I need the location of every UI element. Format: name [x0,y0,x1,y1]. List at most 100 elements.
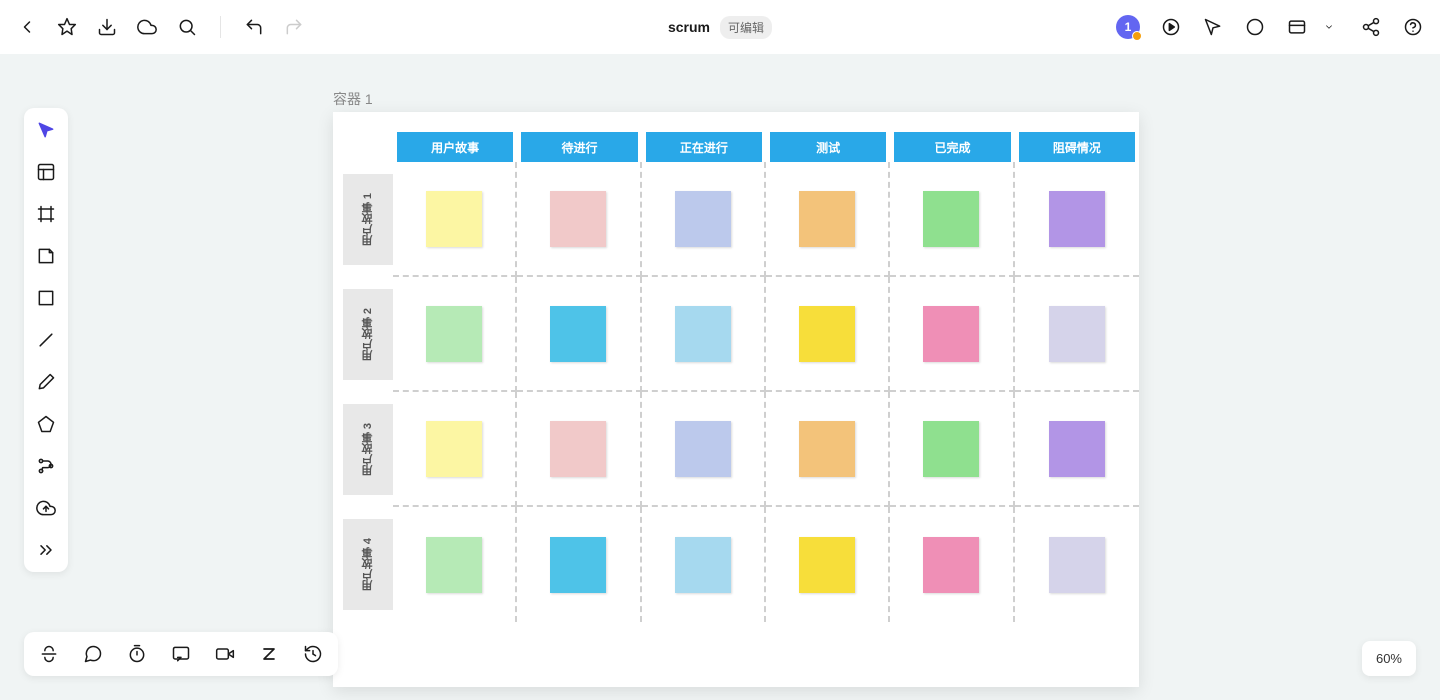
sticky-note[interactable] [799,191,855,247]
canvas-area[interactable]: 容器 1 用户故事待进行正在进行测试已完成阻碍情况用户故事 1用户故事 2用户故… [0,54,1440,700]
sticky-note[interactable] [923,421,979,477]
star-icon[interactable] [56,16,78,38]
sticky-tool[interactable] [34,244,58,268]
play-icon[interactable] [1160,16,1182,38]
board-cell[interactable] [890,507,1014,622]
sticky-note[interactable] [550,191,606,247]
back-icon[interactable] [16,16,38,38]
template-tool[interactable] [34,160,58,184]
column-header[interactable]: 阻碍情况 [1019,132,1135,162]
sticky-note[interactable] [550,306,606,362]
board-cell[interactable] [517,392,641,507]
sticky-note[interactable] [799,537,855,593]
board-cell[interactable] [642,507,766,622]
help-icon[interactable] [1402,16,1424,38]
sticky-note[interactable] [1049,537,1105,593]
board-cell[interactable] [393,392,517,507]
row-header[interactable]: 用户故事 4 [343,519,393,610]
column-header[interactable]: 待进行 [521,132,637,162]
board-cell[interactable] [393,507,517,622]
column-header[interactable]: 测试 [770,132,886,162]
board-cell[interactable] [1015,392,1139,507]
board-cell[interactable] [766,277,890,392]
scrum-board-container[interactable]: 用户故事待进行正在进行测试已完成阻碍情况用户故事 1 用户故事 2 用户故事 3 用户… [333,112,1139,687]
undo-icon[interactable] [243,16,265,38]
user-count-badge[interactable]: 1 [1116,15,1140,39]
board-cell[interactable] [642,277,766,392]
comment-icon[interactable] [1244,16,1266,38]
board-cell[interactable] [1015,507,1139,622]
pen-tool[interactable] [34,370,58,394]
share-icon[interactable] [1360,16,1382,38]
download-icon[interactable] [96,16,118,38]
sticky-note[interactable] [799,421,855,477]
upload-tool[interactable] [34,496,58,520]
sticky-note[interactable] [550,421,606,477]
board-cell[interactable] [1015,162,1139,277]
frame-tool[interactable] [34,202,58,226]
cloud-icon[interactable] [136,16,158,38]
board-cell[interactable] [766,507,890,622]
cursor-share-icon[interactable] [1202,16,1224,38]
sticky-note[interactable] [1049,421,1105,477]
line-tool[interactable] [34,328,58,352]
polygon-tool[interactable] [34,412,58,436]
sticky-note[interactable] [426,421,482,477]
board-cell[interactable] [766,162,890,277]
board-cell[interactable] [890,162,1014,277]
strikethrough-tool[interactable] [38,643,60,665]
board-cell[interactable] [517,162,641,277]
column-header[interactable]: 正在进行 [646,132,762,162]
text-z-tool[interactable] [258,643,280,665]
board-cell[interactable] [517,507,641,622]
column-header[interactable]: 已完成 [894,132,1010,162]
board-cell[interactable] [1015,277,1139,392]
row-header[interactable]: 用户故事 1 [343,174,393,265]
panel-icon[interactable] [1286,16,1308,38]
select-tool[interactable] [34,118,58,142]
sticky-note[interactable] [923,191,979,247]
panel-dropdown-icon[interactable] [1318,16,1340,38]
column-header[interactable]: 用户故事 [397,132,513,162]
row-header[interactable]: 用户故事 2 [343,289,393,380]
search-icon[interactable] [176,16,198,38]
sticky-note[interactable] [799,306,855,362]
sticky-note[interactable] [675,306,731,362]
board-cell[interactable] [766,392,890,507]
sticky-note[interactable] [923,537,979,593]
chat-tool[interactable] [82,643,104,665]
toolbar-divider [220,16,221,38]
board-cell[interactable] [890,392,1014,507]
comment-tool[interactable] [170,643,192,665]
board-cell[interactable] [393,277,517,392]
history-tool[interactable] [302,643,324,665]
container-label[interactable]: 容器 1 [333,89,373,109]
document-title[interactable]: scrum [668,19,710,35]
sticky-note[interactable] [923,306,979,362]
row-header[interactable]: 用户故事 3 [343,404,393,495]
bottom-toolbar [24,632,338,676]
board-cell[interactable] [642,392,766,507]
topbar-right-group: 1 [1116,15,1424,39]
sticky-note[interactable] [550,537,606,593]
board-corner [333,132,393,162]
timer-tool[interactable] [126,643,148,665]
sticky-note[interactable] [426,191,482,247]
board-cell[interactable] [393,162,517,277]
more-tools-icon[interactable] [34,538,58,562]
sticky-note[interactable] [426,537,482,593]
sticky-note[interactable] [675,537,731,593]
rectangle-tool[interactable] [34,286,58,310]
connector-tool[interactable] [34,454,58,478]
sticky-note[interactable] [1049,306,1105,362]
sticky-note[interactable] [426,306,482,362]
sticky-note[interactable] [675,191,731,247]
zoom-level[interactable]: 60% [1362,641,1416,676]
video-tool[interactable] [214,643,236,665]
sticky-note[interactable] [675,421,731,477]
board-cell[interactable] [890,277,1014,392]
board-cell[interactable] [642,162,766,277]
sticky-note[interactable] [1049,191,1105,247]
board-cell[interactable] [517,277,641,392]
edit-mode-badge[interactable]: 可编辑 [720,16,772,39]
